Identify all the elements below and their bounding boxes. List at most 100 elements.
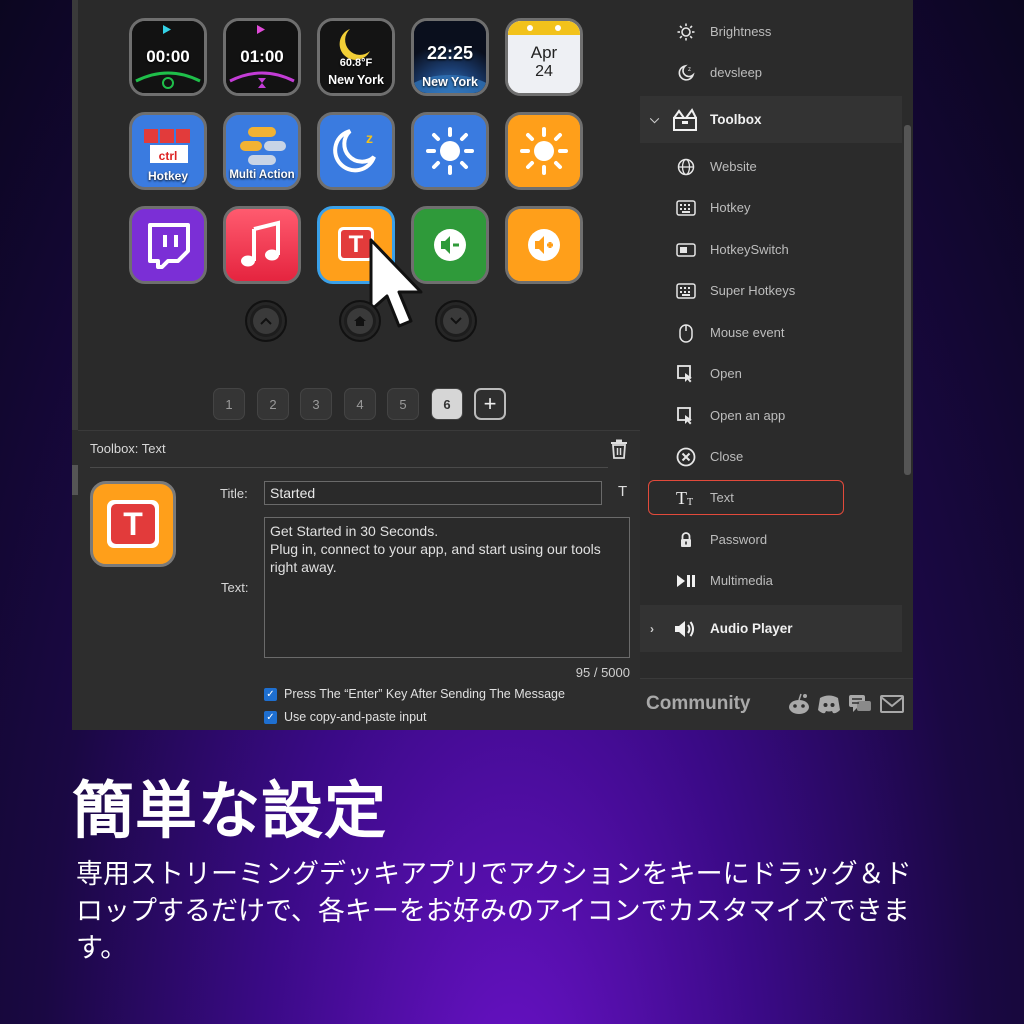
clock-city: New York (422, 75, 478, 89)
svg-text:T: T (687, 497, 693, 507)
action-label: Brightness (710, 24, 772, 39)
action-hotkeyswitch[interactable]: HotkeySwitch (640, 229, 902, 270)
weather-temp: 60.8°F (339, 57, 373, 69)
action-label: Website (710, 159, 757, 174)
multi-action-key[interactable]: Multi Action (223, 112, 301, 190)
action-website[interactable]: Website (640, 146, 902, 187)
action-brightness[interactable]: Brightness (640, 11, 902, 52)
page-2-button[interactable]: 2 (257, 388, 289, 420)
timer-key[interactable]: 00:00 (129, 18, 207, 96)
chevron-down-icon (450, 317, 462, 325)
key-icon-letter: T (123, 505, 143, 542)
music-key[interactable] (223, 206, 301, 284)
home-button[interactable] (339, 300, 381, 342)
action-list-scrollbar[interactable] (902, 0, 913, 730)
scroll-down-button[interactable] (435, 300, 477, 342)
trash-icon[interactable] (610, 439, 628, 459)
speaker-icon (675, 620, 694, 637)
action-multimedia[interactable]: Multimedia (640, 560, 902, 601)
date-day: 24 (535, 63, 553, 80)
mouse-icon (679, 323, 693, 343)
ctrl-badge: ctrl (158, 149, 178, 163)
key-editor: Toolbox: Text T Title: T Text: Get Sta (78, 430, 640, 730)
text-input[interactable]: Get Started in 30 Seconds. Plug in, conn… (264, 517, 630, 658)
sleep-moon-icon: z (320, 115, 392, 187)
app-window: 00:00 01:00 60.8°F New York 22:25 New Yo… (72, 0, 913, 730)
enter-key-option-label: Press The “Enter” Key After Sending The … (284, 687, 565, 701)
clock-time: 22:25 (426, 43, 474, 63)
page-4-button[interactable]: 4 (344, 388, 376, 420)
text-icon: TT (676, 489, 693, 507)
editor-divider (90, 467, 608, 468)
globe-icon (677, 158, 695, 175)
mail-icon[interactable] (880, 693, 904, 715)
countdown-key[interactable]: 01:00 (223, 18, 301, 96)
action-label: devsleep (710, 65, 763, 80)
date-month: Apr (530, 43, 558, 62)
headline: 簡単な設定 (72, 774, 388, 847)
checkbox-checked-icon[interactable]: ✓ (264, 710, 277, 724)
chat-icon[interactable] (848, 693, 872, 715)
action-open[interactable]: Open (640, 353, 902, 394)
add-page-button[interactable]: + (474, 388, 506, 420)
brightness-down-key[interactable] (411, 112, 489, 190)
reddit-icon[interactable] (787, 693, 811, 715)
copy-paste-option[interactable]: ✓ Use copy-and-paste input (264, 710, 426, 724)
action-label: Open (710, 366, 742, 381)
weather-key[interactable]: 60.8°F New York (317, 18, 395, 96)
clock-key[interactable]: 22:25 New York (411, 18, 489, 96)
action-close[interactable]: Close (640, 436, 902, 477)
action-hotkey[interactable]: Hotkey (640, 187, 902, 228)
text-key-letter: T (348, 231, 364, 258)
page-3-button[interactable]: 3 (300, 388, 332, 420)
checkbox-checked-icon[interactable]: ✓ (264, 687, 277, 701)
action-label: HotkeySwitch (710, 242, 789, 257)
key-deck: 00:00 01:00 60.8°F New York 22:25 New Yo… (78, 0, 640, 430)
scroll-up-button[interactable] (245, 300, 287, 342)
volume-up-key[interactable] (505, 206, 583, 284)
left-pane: 00:00 01:00 60.8°F New York 22:25 New Yo… (72, 0, 640, 730)
action-list-panel: Brightness z devsleep ⌵ Toolbox Website … (640, 0, 913, 730)
action-super-hotkeys[interactable]: Super Hotkeys (640, 270, 902, 311)
sun-icon (414, 115, 486, 187)
category-audio-player[interactable]: › Audio Player (640, 605, 902, 652)
brightness-up-key[interactable] (505, 112, 583, 190)
enter-key-option[interactable]: ✓ Press The “Enter” Key After Sending Th… (264, 687, 565, 701)
action-password[interactable]: Password (640, 519, 902, 560)
title-input[interactable] (264, 481, 602, 505)
music-note-icon (226, 209, 298, 281)
svg-text:T: T (676, 489, 687, 507)
category-label: Toolbox (710, 112, 762, 127)
countdown-label: 01:00 (240, 47, 284, 66)
action-mouse-event[interactable]: Mouse event (640, 312, 902, 353)
svg-text:z: z (688, 67, 691, 73)
hotkey-label: Hotkey (147, 169, 188, 183)
action-label: Mouse event (710, 325, 785, 340)
sleep-key[interactable]: z (317, 112, 395, 190)
category-label: Audio Player (710, 621, 793, 636)
action-devsleep[interactable]: z devsleep (640, 52, 902, 93)
page-1-button[interactable]: 1 (213, 388, 245, 420)
chevron-up-icon (260, 317, 272, 325)
page-5-button[interactable]: 5 (387, 388, 419, 420)
chevron-down-icon: ⌵ (650, 112, 660, 126)
keyboard-icon (676, 199, 696, 216)
page-6-button[interactable]: 6 (431, 388, 463, 420)
action-open-an-app[interactable]: Open an app (640, 395, 902, 436)
key-icon-preview[interactable]: T (90, 481, 176, 567)
date-key[interactable]: Apr 24 (505, 18, 583, 96)
category-toolbox[interactable]: ⌵ Toolbox (640, 96, 902, 143)
title-font-toggle[interactable]: T (618, 483, 627, 500)
volume-up-icon (508, 209, 580, 281)
hotkey-key[interactable]: ctrl Hotkey (129, 112, 207, 190)
discord-icon[interactable] (817, 693, 841, 715)
twitch-key[interactable] (129, 206, 207, 284)
action-label: Text (710, 490, 734, 505)
weather-city: New York (328, 73, 384, 87)
keyboard-icon (676, 282, 696, 299)
text-label: Text: (221, 580, 249, 595)
scrollbar-thumb[interactable] (904, 125, 911, 475)
title-label: Title: (220, 486, 248, 501)
sun-bright-icon (508, 115, 580, 187)
action-text[interactable]: TT Text (640, 477, 902, 518)
